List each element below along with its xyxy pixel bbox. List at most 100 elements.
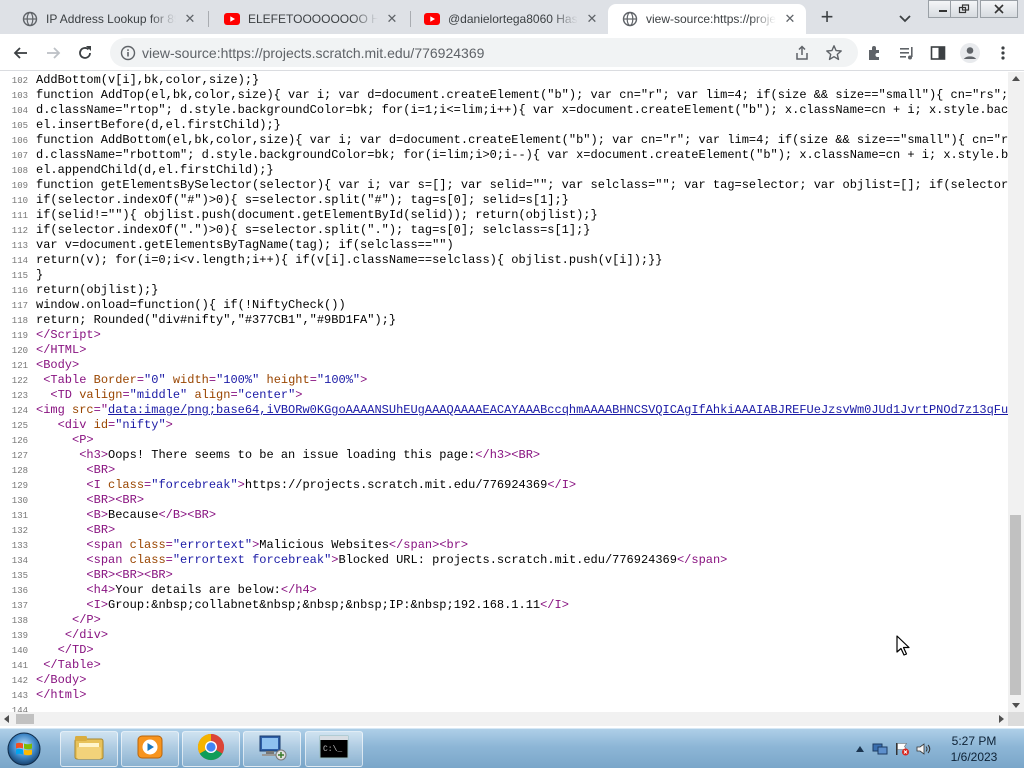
- taskbar-explorer[interactable]: [60, 731, 118, 767]
- tab-view-source[interactable]: view-source:https://proje ✕: [608, 4, 806, 34]
- source-line: 114 return(v); for(i=0;i<v.length;i++){ i…: [0, 253, 1008, 268]
- profile-avatar-icon[interactable]: [957, 40, 983, 66]
- close-icon[interactable]: ✕: [782, 11, 798, 27]
- horizontal-scrollbar[interactable]: [0, 712, 1008, 726]
- side-panel-icon[interactable]: [925, 40, 951, 66]
- forward-button[interactable]: [40, 40, 66, 66]
- mouse-cursor-icon: [896, 635, 912, 657]
- source-line: 124 <img src="data:image/png;base64,iVBOR…: [0, 403, 1008, 418]
- close-icon[interactable]: ✕: [182, 11, 198, 27]
- source-line: 108 el.appendChild(d,el.firstChild);}: [0, 163, 1008, 178]
- taskbar-cmd[interactable]: C:\_: [305, 731, 363, 767]
- source-line: 132 <BR>: [0, 523, 1008, 538]
- line-number: 141: [11, 661, 28, 671]
- source-code-text: </Table>: [43, 658, 101, 672]
- source-code-text: if(selid!=""){ objlist.push(document.get…: [36, 208, 598, 222]
- source-code-text: <h3>Oops! There seems to be an issue loa…: [79, 448, 541, 462]
- source-line: 116 return(objlist);}: [0, 283, 1008, 298]
- scroll-down-arrow-icon[interactable]: [1012, 703, 1020, 708]
- source-code-text: <B>Because</B><BR>: [86, 508, 217, 522]
- source-line: 128 <BR>: [0, 463, 1008, 478]
- source-code-text: </TD>: [57, 643, 94, 657]
- bookmark-star-icon[interactable]: [824, 43, 844, 63]
- network-status-icon[interactable]: [872, 742, 888, 756]
- file-explorer-icon: [73, 733, 105, 766]
- line-number: 136: [11, 586, 28, 596]
- line-number: 131: [11, 511, 28, 521]
- clock-date: 1/6/2023: [950, 750, 998, 764]
- share-icon[interactable]: [792, 43, 812, 63]
- source-code-text: </HTML>: [36, 343, 87, 357]
- source-code-text: <I class="forcebreak">https://projects.s…: [86, 478, 577, 492]
- page-source-view[interactable]: 102 AddBottom(v[i],bk,color,size);} 103 fun…: [0, 72, 1008, 712]
- media-control-icon[interactable]: [894, 40, 920, 66]
- line-number: 116: [11, 286, 28, 296]
- source-line: 122 <Table Border="0" width="100%" heigh…: [0, 373, 1008, 388]
- line-number: 130: [11, 496, 28, 506]
- scroll-up-arrow-icon[interactable]: [1012, 76, 1020, 81]
- line-number: 135: [11, 571, 28, 581]
- line-number: 133: [11, 541, 28, 551]
- source-line: 105 el.insertBefore(d,el.firstChild);}: [0, 118, 1008, 133]
- address-bar[interactable]: view-source:https://projects.scratch.mit…: [110, 38, 858, 67]
- source-code-text: return(objlist);}: [36, 283, 159, 297]
- line-number: 127: [11, 451, 28, 461]
- window-close-button[interactable]: [980, 0, 1018, 18]
- scroll-left-arrow-icon[interactable]: [4, 715, 9, 723]
- source-line: 141 </Table>: [0, 658, 1008, 673]
- line-number: 129: [11, 481, 28, 491]
- vertical-scrollbar[interactable]: [1008, 72, 1024, 712]
- show-hidden-icons-icon[interactable]: [852, 742, 868, 756]
- tab-youtube-danielortega[interactable]: @danielortega8060 Has ✕: [410, 4, 608, 34]
- source-line: 139 </div>: [0, 628, 1008, 643]
- tab-search-icon[interactable]: [895, 8, 915, 28]
- start-button[interactable]: [4, 730, 44, 768]
- source-code-text: function getElementsBySelector(selector)…: [36, 178, 1008, 192]
- svg-text:C:\_: C:\_: [323, 745, 342, 754]
- source-line: 118 return; Rounded("div#nifty","#377CB1"…: [0, 313, 1008, 328]
- source-code-text: <h4>Your details are below:</h4>: [86, 583, 317, 597]
- taskbar-media-player[interactable]: [121, 731, 179, 767]
- menu-dots-icon[interactable]: [990, 40, 1016, 66]
- line-number: 118: [11, 316, 28, 326]
- extensions-icon[interactable]: [862, 40, 888, 66]
- url-text: view-source:https://projects.scratch.mit…: [142, 45, 485, 61]
- source-code-text: }: [36, 268, 44, 282]
- source-line: 140 </TD>: [0, 643, 1008, 658]
- source-code-text: <P>: [72, 433, 94, 447]
- line-number: 111: [11, 211, 28, 221]
- line-number: 123: [11, 391, 28, 401]
- action-center-flag-icon[interactable]: [894, 742, 910, 756]
- line-number: 119: [11, 331, 28, 341]
- browser-toolbar: view-source:https://projects.scratch.mit…: [0, 34, 1024, 71]
- close-icon[interactable]: ✕: [584, 11, 600, 27]
- source-line: 119 </Script>: [0, 328, 1008, 343]
- volume-icon[interactable]: [916, 742, 932, 756]
- line-number: 139: [11, 631, 28, 641]
- source-line: 134 <span class="errortext forcebreak">B…: [0, 553, 1008, 568]
- source-line: 127 <h3>Oops! There seems to be an issue…: [0, 448, 1008, 463]
- restore-button[interactable]: [950, 0, 978, 18]
- line-number: 120: [11, 346, 28, 356]
- reload-button[interactable]: [72, 40, 98, 66]
- new-tab-button[interactable]: +: [815, 6, 839, 30]
- tab-youtube-elefeto[interactable]: ELEFETOOOOOOOO Has ✕: [210, 4, 408, 34]
- scroll-right-arrow-icon[interactable]: [999, 715, 1004, 723]
- tab-ip-lookup[interactable]: IP Address Lookup for 89 ✕: [8, 4, 206, 34]
- taskbar-network[interactable]: [243, 731, 301, 767]
- info-icon[interactable]: [120, 45, 136, 61]
- vertical-scroll-thumb[interactable]: [1010, 515, 1021, 695]
- close-icon[interactable]: ✕: [384, 11, 400, 27]
- source-code-text: </Body>: [36, 673, 87, 687]
- tab-title: @danielortega8060 Has: [448, 12, 578, 26]
- back-button[interactable]: [8, 40, 34, 66]
- horizontal-scroll-thumb[interactable]: [16, 714, 34, 724]
- system-clock[interactable]: 5:27 PM 1/6/2023: [934, 733, 1014, 765]
- source-line: 109 function getElementsBySelector(select…: [0, 178, 1008, 193]
- line-number: 142: [11, 676, 28, 686]
- source-code-text: <BR>: [86, 523, 116, 537]
- source-line: 112 if(selector.indexOf(".")>0){ s=select…: [0, 223, 1008, 238]
- source-code-text: <BR><BR><BR>: [86, 568, 173, 582]
- source-code-text: <BR>: [86, 463, 116, 477]
- taskbar-chrome[interactable]: [182, 731, 240, 767]
